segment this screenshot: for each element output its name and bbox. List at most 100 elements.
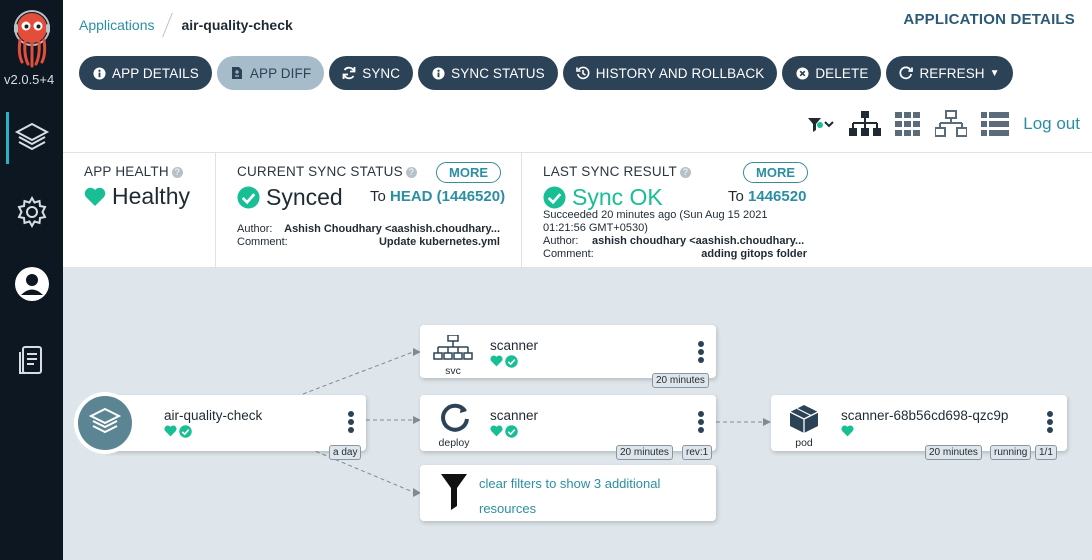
breadcrumb: Applications air-quality-check — [79, 12, 293, 38]
panel-divider — [521, 153, 522, 267]
app-node-age: a day — [329, 445, 362, 460]
check-circle-icon — [179, 425, 192, 438]
last-sync-comment-row: Comment: adding gitops folder — [543, 248, 807, 261]
author-value: ashish choudhary <aashish.choudhary... — [592, 235, 805, 247]
info-icon — [431, 66, 445, 80]
resource-tree-canvas[interactable]: air-quality-check a day svc scanner 20 m… — [63, 268, 1092, 560]
caret-down-icon: ▼ — [989, 67, 1000, 79]
app-diff-label: APP DIFF — [249, 65, 312, 81]
action-toolbar: APP DETAILS APP DIFF SYNC SYNC STATUS HI… — [79, 56, 1013, 90]
edge-app-svc — [302, 351, 414, 395]
svc-node[interactable]: svc scanner 20 minutes — [420, 325, 716, 388]
svc-node-menu-icon[interactable] — [698, 341, 704, 365]
clear-filters-link-line1[interactable]: clear filters to show 3 additional — [479, 471, 660, 496]
sync-status-label: SYNC STATUS — [451, 65, 545, 81]
comment-label: Comment: — [543, 248, 594, 260]
author-value: Ashish Choudhary <aashish.choudhary... — [284, 223, 500, 235]
deploy-kind-label: deploy — [438, 437, 470, 449]
list-view-icon[interactable] — [981, 112, 1010, 136]
help-icon[interactable]: ? — [680, 167, 691, 178]
page-title: APPLICATION DETAILS — [903, 11, 1075, 28]
author-label: Author: — [237, 223, 273, 235]
succeeded-line-1: Succeeded 20 minutes ago (Sun Aug 15 202… — [543, 209, 768, 221]
sync-label: SYNC — [362, 65, 401, 81]
deploy-node[interactable]: deploy scanner 20 minutes rev:1 — [420, 395, 716, 460]
heart-icon — [164, 425, 177, 437]
pod-kind-label: pod — [795, 437, 813, 449]
user-icon[interactable] — [14, 266, 50, 302]
delete-label: DELETE — [815, 65, 869, 81]
comment-value: Update kubernetes.yml — [378, 236, 500, 248]
pod-node-age: 20 minutes — [925, 445, 982, 460]
check-circle-icon — [505, 425, 518, 438]
pod-cube-icon — [789, 405, 819, 433]
sync-status-button[interactable]: SYNC STATUS — [418, 56, 558, 90]
pods-grid-view-icon[interactable] — [895, 112, 921, 136]
last-sync-value: Sync OK — [572, 184, 663, 210]
refresh-button[interactable]: REFRESH ▼ — [886, 56, 1013, 90]
view-toolbar: Log out — [807, 110, 1080, 138]
app-node-menu-icon[interactable] — [348, 411, 354, 435]
app-node[interactable]: air-quality-check a day — [103, 395, 366, 460]
app-health-panel: APP HEALTH? Healthy — [84, 153, 214, 267]
clear-filters-node[interactable]: clear filters to show 3 additional resou… — [420, 465, 716, 521]
sync-status-title: CURRENT SYNC STATUS — [237, 164, 403, 179]
last-sync-to-prefix: To — [728, 188, 744, 205]
panel-divider — [215, 153, 216, 267]
sync-status-more-button[interactable]: MORE — [436, 162, 501, 183]
top-bar: Applications air-quality-check APPLICATI… — [63, 0, 1092, 152]
pod-node-menu-icon[interactable] — [1047, 411, 1053, 435]
succeeded-line-2: 01:21:56 GMT+0530) — [543, 222, 648, 234]
comment-value: adding gitops folder — [701, 248, 807, 260]
last-sync-revision-link[interactable]: 1446520 — [748, 188, 806, 205]
pod-node[interactable]: pod scanner-68b56cd698-qzc9p 20 minutes … — [771, 395, 1067, 460]
app-health-value: Healthy — [112, 183, 190, 209]
last-sync-more-button[interactable]: MORE — [743, 162, 808, 183]
heart-icon — [841, 425, 854, 437]
network-view-icon[interactable] — [935, 110, 968, 138]
version-label: v2.0.5+4 — [4, 72, 55, 87]
info-icon — [92, 66, 106, 80]
app-details-button[interactable]: APP DETAILS — [79, 56, 212, 90]
app-health-title: APP HEALTH — [84, 164, 169, 179]
sync-to-prefix: To — [370, 188, 386, 205]
current-sync-status-panel: CURRENT SYNC STATUS? MORE Synced To HEAD… — [237, 153, 522, 267]
sync-revision-link[interactable]: HEAD (1446520) — [390, 188, 505, 205]
redo-icon — [899, 66, 914, 80]
history-and-rollback-label: HISTORY AND ROLLBACK — [595, 65, 765, 81]
argo-logo[interactable] — [14, 6, 50, 68]
sync-comment-row: Comment: Update kubernetes.yml — [237, 236, 500, 249]
logout-link[interactable]: Log out — [1023, 114, 1080, 134]
last-sync-title: LAST SYNC RESULT — [543, 164, 677, 179]
times-circle-icon — [795, 66, 809, 80]
sync-icon — [342, 66, 356, 80]
app-layers-icon — [74, 392, 136, 454]
delete-button[interactable]: DELETE — [782, 56, 882, 90]
tree-view-icon[interactable] — [849, 110, 882, 138]
sync-button[interactable]: SYNC — [329, 56, 414, 90]
deploy-node-name: scanner — [490, 408, 539, 423]
filter-dropdown-icon[interactable] — [807, 114, 835, 134]
deploy-node-menu-icon[interactable] — [698, 411, 704, 435]
history-icon — [575, 66, 590, 80]
clear-filters-link-line2[interactable]: resources — [479, 496, 660, 521]
layers-icon[interactable] — [14, 120, 50, 156]
breadcrumb-applications-link[interactable]: Applications — [79, 17, 155, 33]
settings-gear-icon[interactable] — [14, 194, 50, 230]
nav-active-indicator — [6, 112, 9, 164]
breadcrumb-current: air-quality-check — [181, 17, 293, 33]
comment-label: Comment: — [237, 236, 288, 248]
history-and-rollback-button[interactable]: HISTORY AND ROLLBACK — [562, 56, 778, 90]
author-label: Author: — [543, 235, 579, 247]
pod-node-state: running — [990, 445, 1032, 460]
check-circle-icon — [237, 186, 260, 209]
app-details-label: APP DETAILS — [112, 65, 199, 81]
refresh-label: REFRESH — [919, 65, 985, 81]
app-diff-button[interactable]: APP DIFF — [216, 56, 325, 90]
check-circle-icon — [505, 355, 518, 368]
heart-icon — [490, 355, 503, 367]
docs-icon[interactable] — [14, 342, 50, 378]
help-icon[interactable]: ? — [171, 167, 183, 178]
help-icon[interactable]: ? — [405, 167, 417, 178]
deploy-node-revision: rev:1 — [682, 445, 713, 460]
